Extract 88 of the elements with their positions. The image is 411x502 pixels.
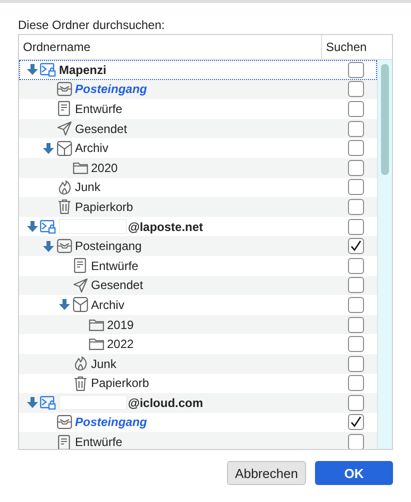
folder-icon (88, 338, 104, 350)
folder-name: Junk (75, 180, 100, 194)
search-checkbox[interactable] (348, 277, 364, 294)
cancel-button[interactable]: Abbrechen (227, 461, 306, 485)
archive-box-icon (56, 140, 72, 156)
folder-name: Entwürfe (75, 435, 122, 449)
trash-icon (58, 199, 70, 214)
document-icon (74, 258, 86, 274)
folder-name: Posteingang (75, 82, 148, 96)
tree-row[interactable]: @laposte.net (19, 216, 377, 236)
folder-name: Archiv (91, 298, 124, 312)
tree-row[interactable]: Posteingang (19, 236, 377, 256)
inbox-icon (56, 239, 72, 254)
expand-arrow-icon[interactable] (26, 221, 38, 232)
folder-name: Gesendet (75, 122, 128, 136)
folder-icon (72, 162, 88, 174)
tree-row[interactable]: Papierkorb (19, 197, 377, 217)
search-checkbox[interactable] (348, 434, 364, 449)
search-checkbox[interactable] (348, 218, 364, 235)
column-header[interactable]: Ordnername (19, 35, 322, 59)
tree-row[interactable]: 2019 (19, 314, 377, 334)
tree-row[interactable]: Mapenzi (19, 60, 377, 80)
folder-name: Entwürfe (75, 102, 122, 116)
search-checkbox[interactable] (348, 120, 364, 137)
search-checkbox[interactable] (348, 394, 364, 411)
archive-box-icon (72, 297, 88, 312)
folder-name: Junk (91, 356, 116, 371)
expand-arrow-icon[interactable] (58, 299, 70, 310)
search-checkbox[interactable] (348, 160, 364, 176)
search-checkbox[interactable] (348, 258, 364, 274)
folder-name: Mapenzi (59, 62, 106, 77)
search-checkbox[interactable] (348, 140, 364, 156)
mail-account-icon (40, 220, 56, 234)
inbox-icon (56, 415, 72, 430)
tree-row[interactable]: Entwürfe (19, 432, 377, 449)
paper-plane-icon (56, 121, 72, 136)
flame-icon (74, 356, 86, 372)
document-icon (58, 434, 70, 449)
tree-row[interactable]: @icloud.com (19, 393, 377, 413)
expand-arrow-icon[interactable] (26, 397, 38, 408)
search-checkbox[interactable] (348, 296, 364, 313)
folder-name: 2019 (107, 318, 134, 332)
flame-icon (58, 180, 70, 195)
tree-row[interactable]: Posteingang (19, 80, 377, 100)
search-checkbox[interactable] (348, 336, 364, 352)
expand-arrow-icon[interactable] (42, 142, 54, 154)
tree-row[interactable]: Papierkorb (19, 374, 377, 394)
folder-name: @icloud.com (128, 396, 204, 410)
folder-name: Gesendet (91, 278, 144, 292)
tree-row[interactable]: Junk (19, 178, 377, 198)
ok-button[interactable]: OK (315, 461, 393, 485)
folder-name: @laposte.net (128, 220, 204, 234)
folder-name: Entwürfe (91, 258, 138, 273)
search-checkbox[interactable] (348, 375, 364, 392)
folder-name: 2022 (107, 337, 134, 352)
tree-row[interactable]: Gesendet (19, 118, 377, 138)
tree-row[interactable]: Posteingang (19, 412, 377, 432)
search-checkbox[interactable] (348, 238, 364, 254)
scrollbar-thumb[interactable] (381, 64, 389, 175)
folder-name: 2020 (91, 160, 118, 175)
inbox-icon (56, 82, 72, 96)
folder-name: Archiv (75, 141, 108, 156)
tree-row[interactable]: Junk (19, 354, 377, 374)
search-checkbox[interactable] (348, 414, 364, 430)
mail-account-icon (40, 62, 56, 77)
expand-arrow-icon[interactable] (26, 64, 38, 76)
search-checkbox[interactable] (348, 198, 364, 215)
tree-row[interactable]: 2020 (19, 158, 377, 178)
search-checkbox[interactable] (348, 62, 364, 78)
search-checkbox[interactable] (348, 81, 364, 98)
search-checkbox[interactable] (348, 316, 364, 333)
mail-account-icon (40, 396, 56, 410)
folder-name: Papierkorb (91, 376, 150, 390)
folder-name: Posteingang (75, 415, 148, 430)
search-checkbox[interactable] (348, 179, 364, 196)
search-checkbox[interactable] (348, 100, 364, 117)
expand-arrow-icon[interactable] (42, 240, 54, 252)
scrollbar[interactable] (377, 60, 392, 449)
folder-name: Posteingang (75, 239, 142, 254)
trash-icon (74, 376, 86, 391)
column-header[interactable]: Suchen (322, 35, 392, 59)
document-icon (58, 101, 70, 116)
search-checkbox[interactable] (348, 356, 364, 372)
tree-row[interactable]: Gesendet (19, 276, 377, 296)
prompt-label: Diese Ordner durchsuchen: (18, 18, 166, 32)
folder-icon (88, 318, 104, 331)
paper-plane-icon (72, 278, 88, 293)
folder-name: Papierkorb (75, 200, 134, 214)
